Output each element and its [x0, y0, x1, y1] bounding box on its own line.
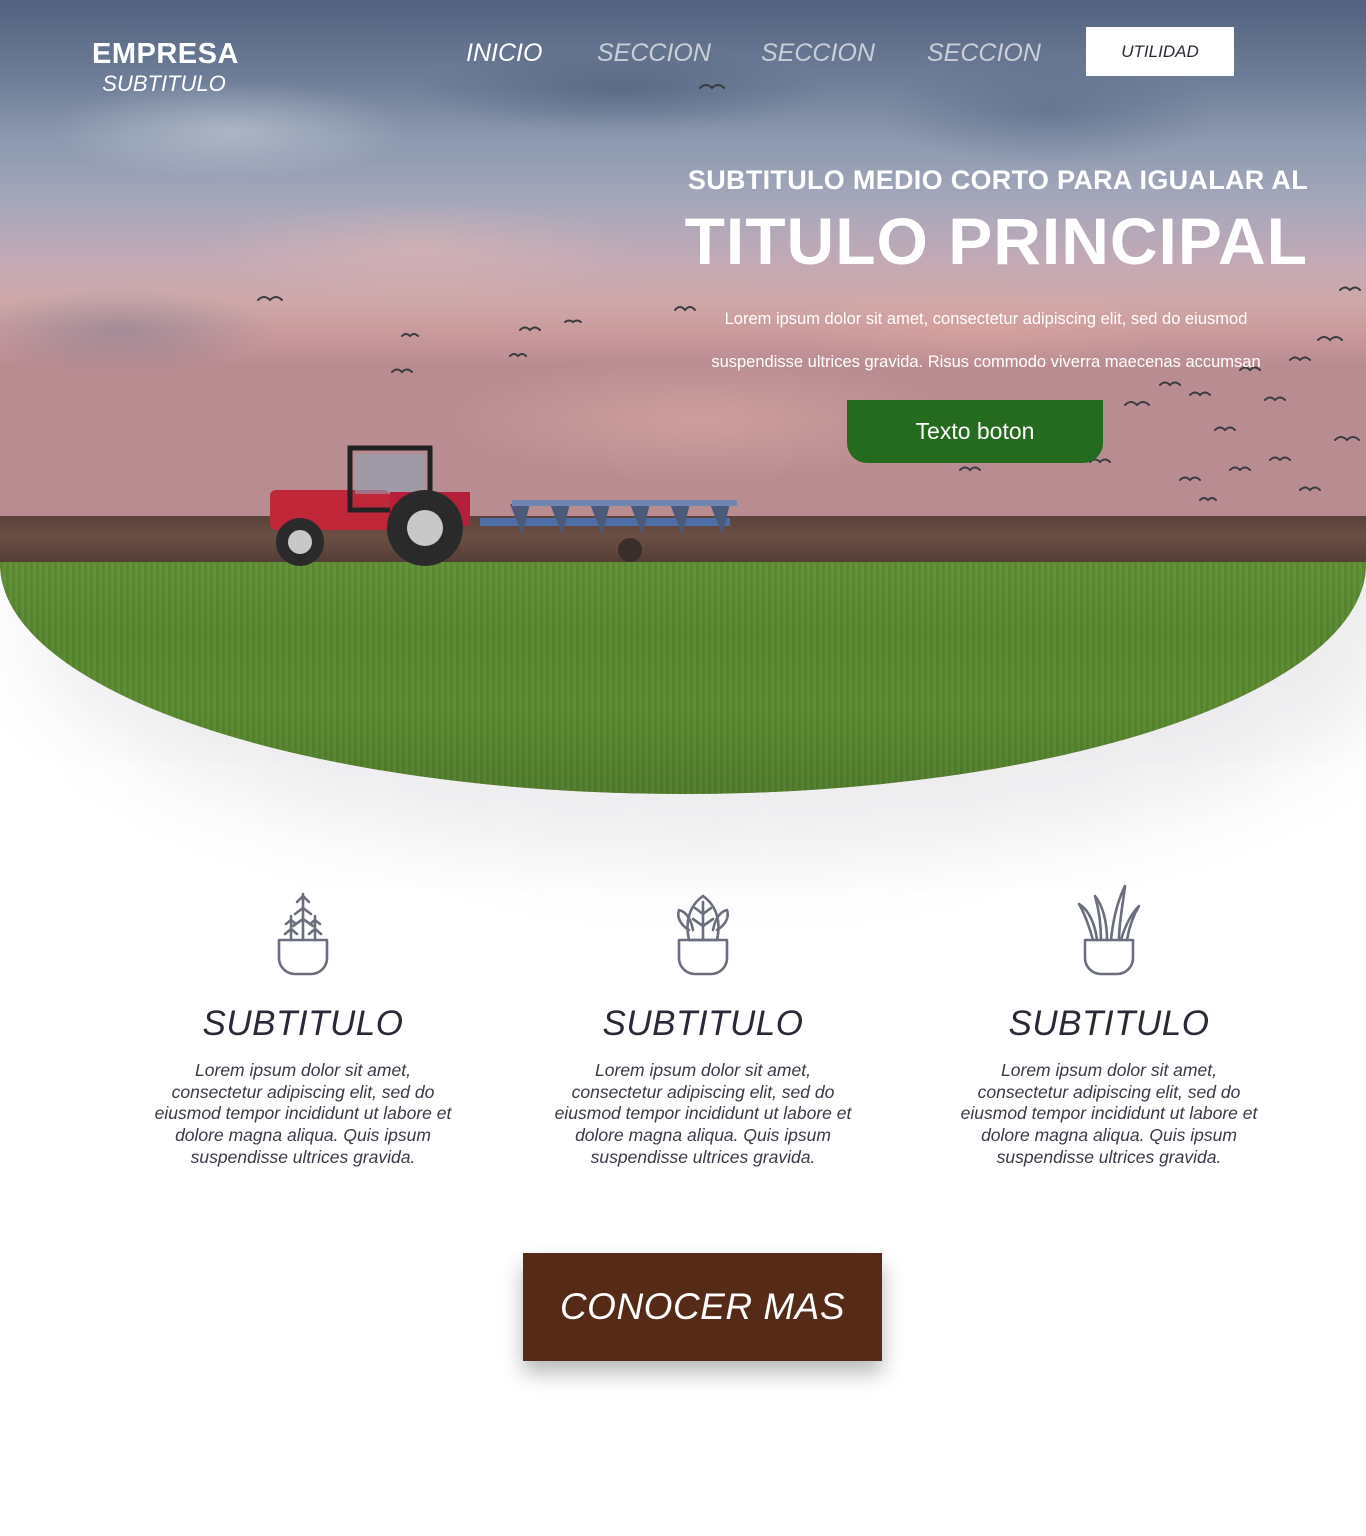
feature-card-2: SUBTITULO Lorem ipsum dolor sit amet, co… — [543, 880, 863, 1169]
feature-title-3: SUBTITULO — [1008, 1004, 1210, 1043]
feature-title-1: SUBTITULO — [202, 1004, 404, 1043]
feature-title-2: SUBTITULO — [602, 1004, 804, 1043]
hero-title: TITULO PRINCIPAL — [684, 204, 1308, 278]
feature-text-2: Lorem ipsum dolor sit amet, consectetur … — [554, 1060, 852, 1167]
feature-card-1: SUBTITULO Lorem ipsum dolor sit amet, co… — [143, 880, 463, 1169]
nav-item-seccion-2[interactable]: SECCION — [761, 36, 875, 70]
nav-item-seccion-1[interactable]: SECCION — [597, 36, 711, 70]
nav-item-seccion-3[interactable]: SECCION — [927, 36, 1041, 70]
brand-subtitle: SUBTITULO — [102, 71, 226, 96]
potted-grass-icon — [1077, 884, 1141, 976]
hero-grass-field — [0, 562, 1366, 794]
hero-description-line-2: suspendisse ultrices gravida. Risus comm… — [711, 353, 1261, 371]
feature-card-3: SUBTITULO Lorem ipsum dolor sit amet, co… — [949, 880, 1269, 1169]
potted-leaf-icon — [677, 894, 729, 976]
hero-eyebrow: SUBTITULO MEDIO CORTO PARA IGUALAR AL — [687, 165, 1308, 195]
conocer-mas-button[interactable]: CONOCER MAS — [523, 1253, 882, 1361]
nav-item-inicio[interactable]: INICIO — [466, 36, 542, 70]
feature-text-1: Lorem ipsum dolor sit amet, consectetur … — [154, 1060, 452, 1167]
tractor-illustration — [270, 445, 737, 566]
utility-button[interactable]: UTILIDAD — [1086, 27, 1234, 76]
hero-cta-button[interactable]: Texto boton — [847, 400, 1103, 463]
hero-banner: EMPRESA SUBTITULO INICIO SECCION SECCION… — [0, 0, 1366, 794]
hero-description-line-1: Lorem ipsum dolor sit amet, consectetur … — [724, 310, 1248, 328]
feature-text-3: Lorem ipsum dolor sit amet, consectetur … — [960, 1060, 1258, 1167]
hero-description: Lorem ipsum dolor sit amet, consectetur … — [660, 298, 1312, 384]
potted-sprout-icon — [277, 892, 329, 976]
